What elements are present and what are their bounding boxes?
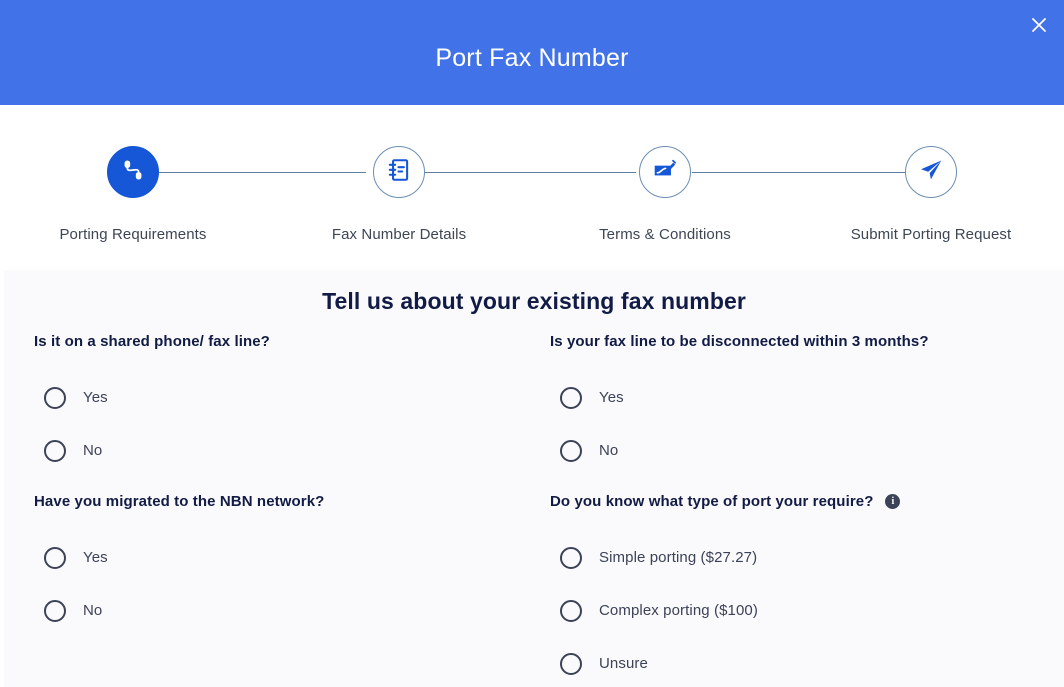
radio-circle[interactable]: [560, 386, 582, 409]
radio-label: Yes: [83, 549, 108, 566]
step-porting-requirements[interactable]: Porting Requirements: [0, 146, 266, 243]
question-title: Do you know what type of port your requi…: [550, 493, 1064, 510]
question-title: Have you migrated to the NBN network?: [34, 493, 550, 510]
questions-grid: Is it on a shared phone/ fax line? Yes N…: [4, 333, 1064, 687]
section-heading: Tell us about your existing fax number: [322, 288, 746, 314]
progress-stepper: Porting Requirements Fax Number Details …: [0, 105, 1064, 270]
sign-document-icon: [652, 157, 678, 188]
question-disconnect-3-months: Is your fax line to be disconnected with…: [550, 333, 1064, 483]
modal-header: Port Fax Number: [0, 0, 1064, 105]
notebook-icon: [386, 157, 412, 188]
radio-circle[interactable]: [560, 546, 582, 569]
radio-group-nbn-migrated: Yes No: [34, 531, 550, 637]
radio-option[interactable]: No: [44, 584, 550, 637]
question-port-type: Do you know what type of port your requi…: [550, 493, 1064, 687]
step-circle-4: [905, 146, 957, 198]
step-circle-1: [107, 146, 159, 198]
radio-option[interactable]: Yes: [44, 531, 550, 584]
radio-option[interactable]: Complex porting ($100): [560, 584, 1064, 637]
question-label: Is your fax line to be disconnected with…: [550, 333, 929, 350]
step-label-4: Submit Porting Request: [850, 226, 1012, 243]
question-label: Is it on a shared phone/ fax line?: [34, 333, 270, 350]
question-nbn-migrated: Have you migrated to the NBN network? Ye…: [34, 493, 550, 687]
radio-option[interactable]: Yes: [44, 371, 550, 424]
paper-plane-icon: [918, 157, 944, 188]
question-title: Is your fax line to be disconnected with…: [550, 333, 1064, 350]
radio-option[interactable]: Simple porting ($27.27): [560, 531, 1064, 584]
radio-circle[interactable]: [44, 599, 66, 622]
step-fax-number-details[interactable]: Fax Number Details: [266, 146, 532, 243]
info-icon[interactable]: i: [885, 494, 901, 509]
radio-label: Complex porting ($100): [599, 602, 758, 619]
radio-group-shared-line: Yes No: [34, 371, 550, 477]
step-label-1: Porting Requirements: [59, 226, 207, 243]
close-button[interactable]: [1022, 8, 1056, 42]
radio-circle[interactable]: [44, 546, 66, 569]
radio-circle[interactable]: [560, 652, 582, 675]
radio-circle[interactable]: [560, 439, 582, 462]
radio-label: Yes: [83, 389, 108, 406]
step-terms-conditions[interactable]: Terms & Conditions: [532, 146, 798, 243]
radio-label: No: [83, 602, 103, 619]
step-submit-porting-request[interactable]: Submit Porting Request: [798, 146, 1064, 243]
port-fax-number-modal: Port Fax Number Porting Requirements Fax…: [0, 0, 1064, 687]
radio-circle[interactable]: [44, 386, 66, 409]
radio-label: Simple porting ($27.27): [599, 549, 758, 566]
radio-label: No: [599, 442, 619, 459]
radio-group-port-type: Simple porting ($27.27) Complex porting …: [550, 531, 1064, 687]
radio-circle[interactable]: [44, 439, 66, 462]
radio-label: Yes: [599, 389, 624, 406]
step-circle-3: [639, 146, 691, 198]
radio-label: Unsure: [599, 655, 648, 672]
close-icon: [1029, 15, 1049, 35]
radio-circle[interactable]: [560, 599, 582, 622]
radio-group-disconnect-3-months: Yes No: [550, 371, 1064, 477]
radio-option[interactable]: No: [44, 424, 550, 477]
page-title: Port Fax Number: [435, 44, 629, 72]
question-shared-line: Is it on a shared phone/ fax line? Yes N…: [34, 333, 550, 483]
question-label: Have you migrated to the NBN network?: [34, 493, 325, 510]
radio-option[interactable]: Unsure: [560, 637, 1064, 687]
step-circle-2: [373, 146, 425, 198]
plug-connection-icon: [120, 157, 146, 188]
step-label-3: Terms & Conditions: [599, 226, 731, 243]
radio-label: No: [83, 442, 103, 459]
form-content: Tell us about your existing fax number I…: [0, 270, 1064, 687]
question-label: Do you know what type of port your requi…: [550, 493, 874, 510]
step-label-2: Fax Number Details: [331, 226, 467, 243]
radio-option[interactable]: No: [560, 424, 1064, 477]
question-title: Is it on a shared phone/ fax line?: [34, 333, 550, 350]
radio-option[interactable]: Yes: [560, 371, 1064, 424]
